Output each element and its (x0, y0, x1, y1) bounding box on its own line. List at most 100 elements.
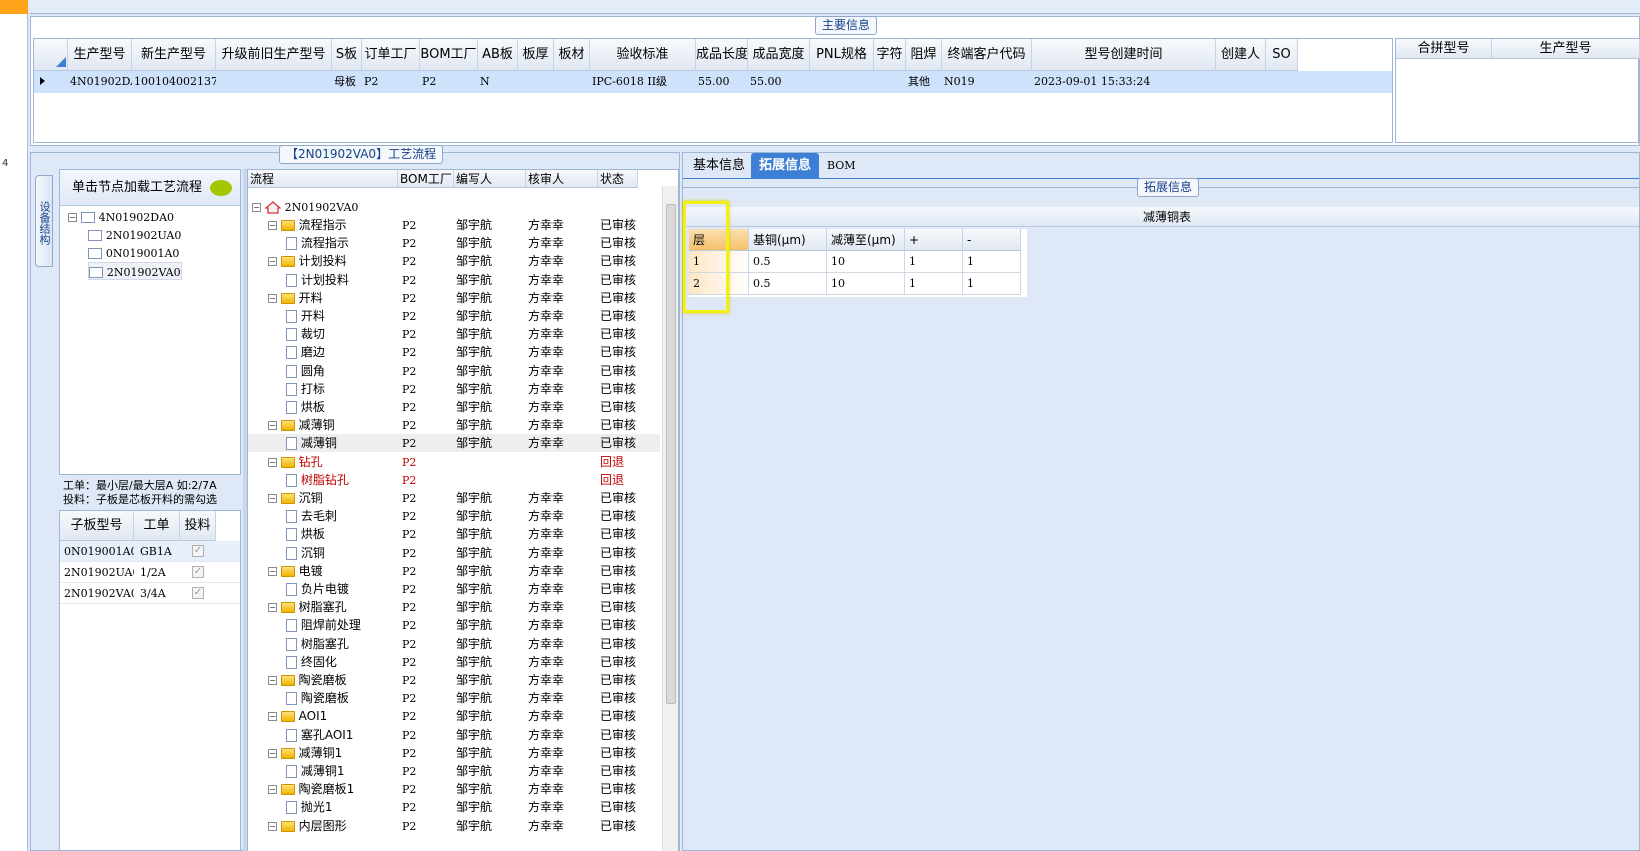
flow-step[interactable]: 磨边 (286, 343, 325, 362)
main-info-grid[interactable]: 生产型号 新生产型号 升级前旧生产型号 S板 订单工厂 BOM工厂 AB板 板厚 板材 验收标准成… (33, 38, 1393, 143)
flow-step[interactable]: − 陶瓷磨板1 (268, 780, 354, 799)
subboard-col-model[interactable]: 子板型号 (60, 511, 134, 541)
main-cell-7[interactable] (518, 71, 554, 93)
subboard-col-order[interactable]: 工单 (134, 511, 180, 541)
flow-step[interactable]: − 开料 (268, 289, 323, 308)
flow-status[interactable]: 已审核 (600, 252, 640, 271)
flow-factory[interactable]: P2 (402, 434, 416, 453)
flow-reviewer[interactable]: 方幸幸 (528, 416, 564, 435)
thin-cell[interactable]: 0.5 (749, 273, 827, 295)
flow-row[interactable]: 终固化 P2 邹宇航 方幸幸 已审核 (248, 653, 660, 671)
flow-step[interactable]: 开料 (286, 307, 325, 326)
collapse-icon[interactable]: − (68, 213, 77, 222)
flow-row[interactable]: 磨边 P2 邹宇航 方幸幸 已审核 (248, 343, 660, 361)
main-col-header-4[interactable]: 订单工厂 (362, 39, 420, 71)
flow-writer[interactable]: 邹宇航 (456, 380, 492, 399)
flow-factory[interactable]: P2 (402, 544, 416, 563)
flow-status[interactable]: 已审核 (600, 562, 640, 581)
flow-factory[interactable]: P2 (402, 598, 416, 617)
flow-row[interactable]: 减薄铜1 P2 邹宇航 方幸幸 已审核 (248, 762, 660, 780)
flow-writer[interactable]: 邹宇航 (456, 507, 492, 526)
flow-scrollbar[interactable] (662, 186, 678, 851)
tab-bom[interactable]: BOM (819, 153, 864, 179)
table-row[interactable]: 4N01902DA010010400213715母板P2P2NIPC-6018 … (34, 71, 1392, 93)
flow-step[interactable]: − 树脂塞孔 (268, 598, 347, 617)
flow-factory[interactable]: P2 (402, 562, 416, 581)
main-cell-17[interactable] (1216, 71, 1266, 93)
flow-writer[interactable]: 邹宇航 (456, 416, 492, 435)
collapse-icon[interactable]: − (268, 221, 277, 230)
flow-col-header-3[interactable]: 核审人 (526, 170, 598, 188)
flow-reviewer[interactable]: 方幸幸 (528, 744, 564, 763)
subboard-row[interactable]: 0N019001A0 GB1A ✓ (60, 541, 240, 562)
flow-status[interactable]: 已审核 (600, 380, 640, 399)
main-cell-8[interactable] (554, 71, 590, 93)
main-col-header-1[interactable]: 新生产型号 (132, 39, 216, 71)
flow-status[interactable]: 已审核 (600, 580, 640, 599)
flow-step[interactable]: 陶瓷磨板 (286, 689, 349, 708)
main-col-header-7[interactable]: 板厚 (518, 39, 554, 71)
flow-factory[interactable]: P2 (402, 817, 416, 836)
flow-reviewer[interactable]: 方幸幸 (528, 616, 564, 635)
subboard-order[interactable]: 1/2A (138, 562, 178, 583)
flow-row[interactable]: 开料 P2 邹宇航 方幸幸 已审核 (248, 307, 660, 325)
flow-row[interactable]: 沉铜 P2 邹宇航 方幸幸 已审核 (248, 544, 660, 562)
flow-status[interactable]: 已审核 (600, 289, 640, 308)
thin-cell[interactable]: 1 (905, 251, 963, 273)
flow-status[interactable]: 已审核 (600, 780, 640, 799)
flow-row[interactable]: − 陶瓷磨板1 P2 邹宇航 方幸幸 已审核 (248, 780, 660, 798)
flow-step[interactable]: 圆角 (286, 362, 325, 381)
flow-status[interactable]: 已审核 (600, 525, 640, 544)
main-cell-14[interactable]: 其他 (906, 71, 942, 93)
flow-factory[interactable]: P2 (402, 726, 416, 745)
flow-status[interactable]: 已审核 (600, 343, 640, 362)
flow-status[interactable]: 已审核 (600, 707, 640, 726)
thin-col-header-4[interactable]: - (963, 229, 1021, 251)
flow-status[interactable]: 已审核 (600, 544, 640, 563)
subboard-model[interactable]: 2N01902VA0 (62, 583, 134, 604)
flow-grid[interactable]: 流程 BOM工厂 编写人 核审人 状态 − 2N01902VA0 − 流程指示 P2 邹宇航… (247, 169, 679, 851)
flow-reviewer[interactable]: 方幸幸 (528, 525, 564, 544)
flow-status[interactable]: 已审核 (600, 216, 640, 235)
flow-writer[interactable]: 邹宇航 (456, 252, 492, 271)
main-cell-9[interactable]: IPC-6018 II级 (590, 71, 696, 93)
flow-status[interactable]: 已审核 (600, 689, 640, 708)
flow-step[interactable]: − AOI1 (268, 707, 327, 726)
flow-row[interactable]: 打标 P2 邹宇航 方幸幸 已审核 (248, 380, 660, 398)
flow-factory[interactable]: P2 (402, 289, 416, 308)
collapse-icon[interactable]: − (268, 494, 277, 503)
flow-step[interactable]: 减薄铜1 (286, 762, 344, 781)
flow-reviewer[interactable]: 方幸幸 (528, 598, 564, 617)
subboard-order[interactable]: 3/4A (138, 583, 178, 604)
flow-reviewer[interactable]: 方幸幸 (528, 562, 564, 581)
flow-row[interactable]: 烘板 P2 邹宇航 方幸幸 已审核 (248, 525, 660, 543)
flow-factory[interactable]: P2 (402, 707, 416, 726)
flow-factory[interactable]: P2 (402, 453, 416, 472)
subboard-model[interactable]: 2N01902UA0 (62, 562, 134, 583)
flow-row[interactable]: 阻焊前处理 P2 邹宇航 方幸幸 已审核 (248, 616, 660, 634)
flow-step[interactable]: − 钻孔 (268, 453, 323, 472)
flow-root[interactable]: − 2N01902VA0 (252, 198, 358, 217)
thin-cell[interactable]: 10 (827, 251, 905, 273)
flow-factory[interactable]: P2 (402, 416, 416, 435)
main-cell-13[interactable] (874, 71, 906, 93)
main-col-header-15[interactable]: 终端客户代码 (942, 39, 1032, 71)
flow-status[interactable]: 已审核 (600, 671, 640, 690)
flow-reviewer[interactable]: 方幸幸 (528, 707, 564, 726)
flow-writer[interactable]: 邹宇航 (456, 434, 492, 453)
main-cell-16[interactable]: 2023-09-01 15:33:24 (1032, 71, 1216, 93)
merge-col-header-1[interactable]: 生产型号 (1492, 39, 1640, 59)
flow-reviewer[interactable]: 方幸幸 (528, 271, 564, 290)
collapse-icon[interactable]: − (268, 293, 277, 303)
main-col-header-9[interactable]: 验收标准 (590, 39, 696, 71)
collapse-icon[interactable]: − (268, 421, 277, 431)
flow-writer[interactable]: 邹宇航 (456, 762, 492, 781)
main-cell-10[interactable]: 55.00 (696, 71, 748, 93)
subboard-row[interactable]: 2N01902UA0 1/2A ✓ (60, 562, 240, 583)
main-cell-18[interactable] (1266, 71, 1298, 93)
flow-reviewer[interactable]: 方幸幸 (528, 307, 564, 326)
structure-tree[interactable]: − 4N01902DA0 2N01902UA0 0N019001A0 2N019… (60, 208, 240, 468)
flow-factory[interactable]: P2 (402, 635, 416, 654)
thin-col-header-3[interactable]: + (905, 229, 963, 251)
flow-step[interactable]: − 减薄铜 (268, 416, 335, 435)
